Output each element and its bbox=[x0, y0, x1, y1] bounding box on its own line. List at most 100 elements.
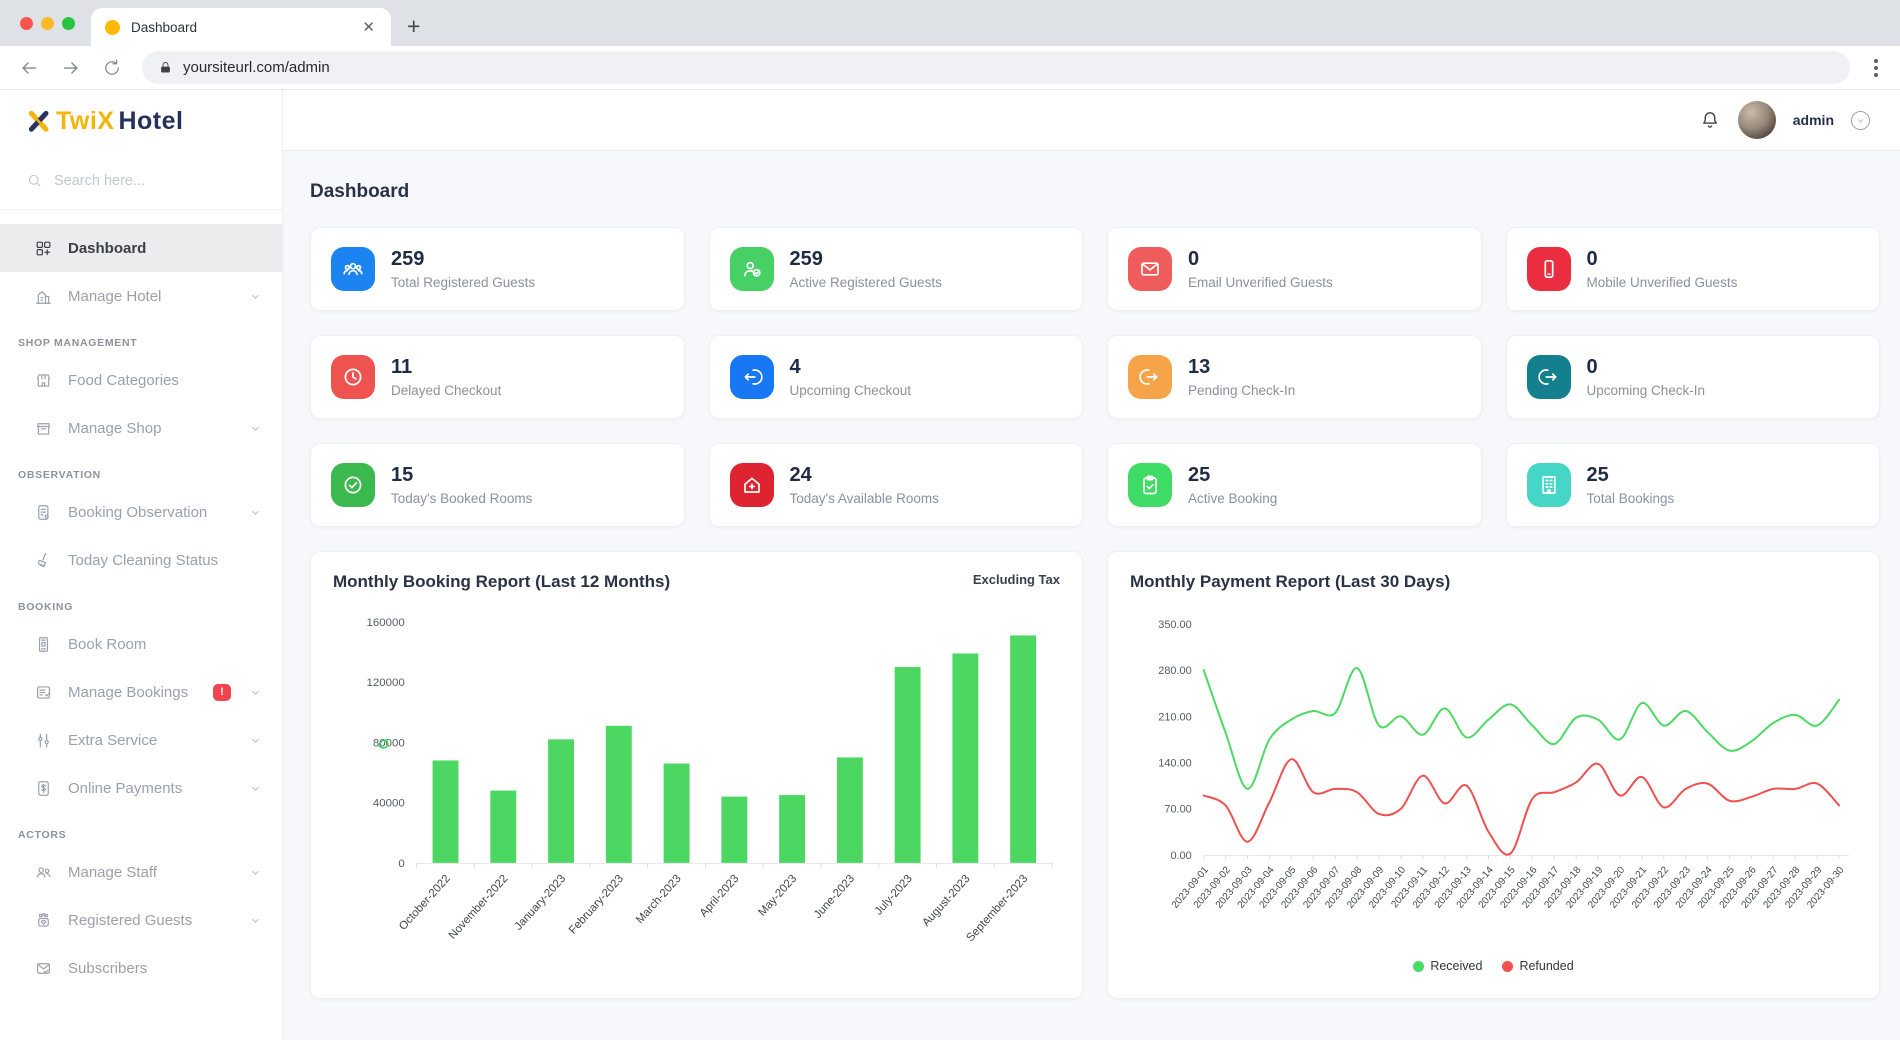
sidebar-item-label: Registered Guests bbox=[68, 912, 192, 929]
sidebar-item-manage-bookings[interactable]: Manage Bookings! bbox=[0, 668, 282, 716]
section-label-booking: BOOKING bbox=[0, 584, 282, 620]
minimize-window-button[interactable] bbox=[41, 17, 54, 30]
app-shell: TwiXHotel DashboardManage HotelSHOP MANA… bbox=[0, 90, 1900, 1040]
bar-april-2023 bbox=[721, 797, 747, 863]
browser-toolbar: yoursiteurl.com/admin bbox=[0, 46, 1900, 90]
stat-value: 25 bbox=[1587, 464, 1675, 486]
sidebar-item-book-room[interactable]: Book Room bbox=[0, 620, 282, 668]
back-icon[interactable] bbox=[18, 57, 40, 79]
series-line-received bbox=[1204, 668, 1839, 789]
bar-may-2023 bbox=[779, 795, 805, 863]
legend-label: Received bbox=[1430, 959, 1482, 973]
tab-close-icon[interactable]: ✕ bbox=[360, 18, 377, 36]
sidebar-menu: DashboardManage HotelSHOP MANAGEMENTFood… bbox=[0, 210, 282, 992]
sidebar-item-subscribers[interactable]: Subscribers bbox=[0, 944, 282, 992]
legend-dot bbox=[1413, 961, 1424, 972]
stat-icon-tile bbox=[331, 247, 375, 291]
svg-text:70.00: 70.00 bbox=[1164, 804, 1191, 816]
stat-icon-tile bbox=[730, 355, 774, 399]
new-tab-button[interactable]: + bbox=[407, 15, 420, 38]
address-bar[interactable]: yoursiteurl.com/admin bbox=[142, 51, 1850, 84]
stat-icon-tile bbox=[730, 463, 774, 507]
arrow-circle-right-icon bbox=[1138, 365, 1162, 389]
subscribers-icon bbox=[34, 959, 53, 978]
search-input[interactable] bbox=[54, 173, 224, 189]
sidebar-item-label: Subscribers bbox=[68, 960, 147, 977]
sidebar-item-label: Book Room bbox=[68, 636, 146, 653]
stat-label: Total Registered Guests bbox=[391, 275, 535, 290]
maximize-window-button[interactable] bbox=[62, 17, 75, 30]
bar-february-2023 bbox=[606, 726, 632, 863]
brand-logo[interactable]: TwiXHotel bbox=[0, 90, 282, 152]
bar-november-2022 bbox=[490, 791, 516, 863]
sidebar-item-label: Today Cleaning Status bbox=[68, 552, 218, 569]
svg-text:August-2023: August-2023 bbox=[920, 873, 972, 929]
sidebar-item-dashboard[interactable]: Dashboard bbox=[0, 224, 282, 272]
booking-bar-chart: 16000012000080000400000October-2022Novem… bbox=[333, 592, 1060, 963]
svg-text:July-2023: July-2023 bbox=[873, 873, 915, 918]
sidebar-item-extra-service[interactable]: Extra Service bbox=[0, 716, 282, 764]
browser-tab[interactable]: Dashboard ✕ bbox=[91, 8, 391, 46]
sidebar-item-manage-staff[interactable]: Manage Staff bbox=[0, 848, 282, 896]
forward-icon[interactable] bbox=[60, 57, 82, 79]
main-area: admin Dashboard 259Total Registered Gues… bbox=[283, 90, 1900, 1040]
stat-label: Active Booking bbox=[1188, 491, 1277, 506]
sidebar-item-label: Online Payments bbox=[68, 780, 182, 797]
building-icon bbox=[1537, 473, 1561, 497]
check-circle-icon bbox=[341, 473, 365, 497]
chevron-down-icon bbox=[249, 506, 262, 519]
stat-label: Upcoming Checkout bbox=[790, 383, 912, 398]
top-header: admin bbox=[283, 90, 1900, 151]
profile-dropdown-icon[interactable] bbox=[1851, 111, 1870, 130]
stat-icon-tile bbox=[730, 247, 774, 291]
staff-icon bbox=[34, 863, 53, 882]
close-window-button[interactable] bbox=[20, 17, 33, 30]
stat-label: Active Registered Guests bbox=[790, 275, 942, 290]
legend-item-received[interactable]: Received bbox=[1413, 959, 1482, 973]
browser-menu-icon[interactable] bbox=[1870, 55, 1882, 81]
stat-value: 24 bbox=[790, 464, 939, 486]
svg-text:September-2023: September-2023 bbox=[964, 873, 1030, 944]
chevron-down-icon bbox=[249, 734, 262, 747]
payments-icon bbox=[34, 779, 53, 798]
avatar[interactable] bbox=[1738, 101, 1776, 139]
alert-badge: ! bbox=[213, 684, 231, 701]
stats-grid: 259Total Registered Guests259Active Regi… bbox=[310, 227, 1880, 527]
bar-august-2023 bbox=[952, 654, 978, 863]
stat-icon-tile bbox=[331, 355, 375, 399]
svg-text:210.00: 210.00 bbox=[1158, 711, 1191, 723]
guests-icon bbox=[34, 911, 53, 930]
series-line-refunded bbox=[1204, 759, 1839, 855]
bar-june-2023 bbox=[837, 757, 863, 862]
user-check-icon bbox=[740, 257, 764, 281]
stat-label: Upcoming Check-In bbox=[1587, 383, 1706, 398]
stat-value: 11 bbox=[391, 356, 501, 378]
svg-text:March-2023: March-2023 bbox=[634, 873, 684, 926]
sidebar-item-today-cleaning-status[interactable]: Today Cleaning Status bbox=[0, 536, 282, 584]
stat-card-delayed-checkout: 11Delayed Checkout bbox=[310, 335, 685, 419]
stat-icon-tile bbox=[1527, 355, 1571, 399]
extra-service-icon bbox=[34, 731, 53, 750]
stat-icon-tile bbox=[1128, 247, 1172, 291]
svg-text:May-2023: May-2023 bbox=[756, 873, 799, 919]
tab-favicon bbox=[105, 20, 120, 35]
legend-dot bbox=[1502, 961, 1513, 972]
sidebar-item-booking-observation[interactable]: Booking Observation bbox=[0, 488, 282, 536]
sidebar-item-manage-hotel[interactable]: Manage Hotel bbox=[0, 272, 282, 320]
reload-icon[interactable] bbox=[102, 58, 122, 78]
chevron-down-icon bbox=[249, 290, 262, 303]
sidebar-item-online-payments[interactable]: Online Payments bbox=[0, 764, 282, 812]
svg-text:350.00: 350.00 bbox=[1158, 619, 1191, 631]
sidebar-item-food-categories[interactable]: Food Categories bbox=[0, 356, 282, 404]
notification-bell-icon[interactable] bbox=[1699, 109, 1721, 131]
stat-label: Total Bookings bbox=[1587, 491, 1675, 506]
stat-card-email-unverified-guests: 0Email Unverified Guests bbox=[1107, 227, 1482, 311]
stat-value: 13 bbox=[1188, 356, 1295, 378]
stat-value: 0 bbox=[1587, 248, 1738, 270]
sidebar-item-registered-guests[interactable]: Registered Guests bbox=[0, 896, 282, 944]
sidebar-item-manage-shop[interactable]: Manage Shop bbox=[0, 404, 282, 452]
legend-item-refunded[interactable]: Refunded bbox=[1502, 959, 1573, 973]
sidebar-item-label: Manage Bookings bbox=[68, 684, 188, 701]
stat-card-total-registered-guests: 259Total Registered Guests bbox=[310, 227, 685, 311]
url-text: yoursiteurl.com/admin bbox=[183, 59, 330, 76]
